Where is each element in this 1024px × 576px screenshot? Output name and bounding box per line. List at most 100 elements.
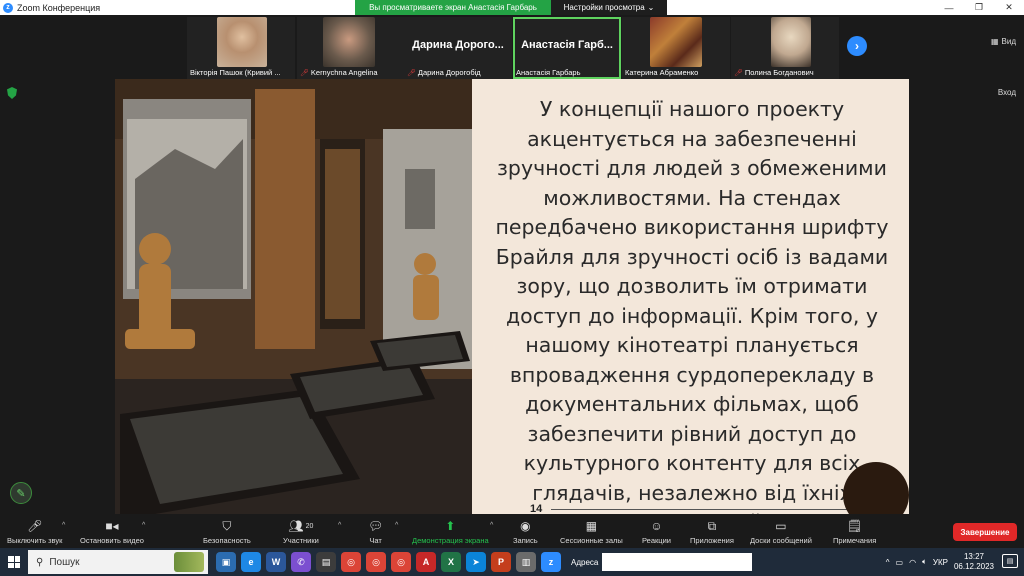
participant-video <box>650 17 702 67</box>
notes-button[interactable]: 🗒︎ Примечания <box>833 518 876 545</box>
search-highlight-image <box>174 552 204 572</box>
wifi-icon[interactable]: ◠ <box>909 558 916 567</box>
restore-button[interactable]: ❐ <box>964 0 994 15</box>
participant-tile-active[interactable]: Анастасія Гарб... Анастасія Гарбарь <box>513 17 621 79</box>
telegram-icon[interactable]: ➤ <box>466 552 486 572</box>
task-view-icon[interactable]: ▣ <box>216 552 236 572</box>
next-page-arrow-icon[interactable]: › <box>847 36 867 56</box>
address-label: Адреса <box>571 557 599 567</box>
microphone-icon: 🎤︎ <box>27 519 43 533</box>
chevron-up-icon[interactable]: ^ <box>886 558 890 567</box>
zoom-taskbar-icon[interactable]: z <box>541 552 561 572</box>
smile-icon: ☺ <box>650 519 663 533</box>
clock-time: 13:27 <box>963 552 984 561</box>
participant-tile[interactable]: Дарина Дорого... 🎤︎ Дарина Дорогобід <box>404 17 512 79</box>
participants-icon: 👥︎ 20 <box>288 519 314 533</box>
security-button[interactable]: ⛉ Безопасность <box>203 518 251 546</box>
volume-icon[interactable]: 🔈︎ <box>922 557 927 567</box>
explorer-icon[interactable]: ▤ <box>316 552 336 572</box>
view-button-label: Вид <box>1001 37 1016 46</box>
annotate-pen-icon[interactable]: ✎ <box>10 482 32 504</box>
participants-button[interactable]: 👥︎ 20 Участники <box>283 518 319 545</box>
participant-tile[interactable]: Вікторія Пашок (Кривий ... <box>187 17 295 79</box>
share-screen-button[interactable]: ⬆ Демонстрация экрана <box>412 518 489 545</box>
windows-logo-icon <box>8 556 20 568</box>
breakout-rooms-label: Сессионные залы <box>560 536 623 545</box>
whiteboards-label: Доски сообщений <box>750 536 812 545</box>
participant-video <box>323 17 375 67</box>
stop-video-button[interactable]: ■◂ Остановить видео <box>80 518 144 545</box>
participant-video <box>217 17 267 67</box>
chat-button[interactable]: 💬︎ Чат <box>368 518 383 545</box>
zoom-window: z Zoom Конференция Вы просматриваете экр… <box>0 0 1024 576</box>
participants-label: Участники <box>283 536 319 545</box>
whiteboard-icon: ▭ <box>775 519 787 533</box>
start-button[interactable] <box>0 548 28 576</box>
language-indicator[interactable]: УКР <box>933 558 948 567</box>
participant-big-name: Дарина Дорого... <box>412 39 504 51</box>
muted-mic-icon: 🎤︎ <box>407 69 416 77</box>
breakout-rooms-button[interactable]: ▦ Сессионные залы <box>560 518 623 545</box>
chevron-down-icon: ⌄ <box>647 3 655 12</box>
viber-icon[interactable]: ✆ <box>291 552 311 572</box>
chrome-icon-2[interactable]: ◎ <box>366 552 386 572</box>
close-button[interactable]: ✕ <box>994 0 1024 15</box>
address-input[interactable] <box>602 553 753 571</box>
participant-tile[interactable]: 🎤︎ Полина Богданович <box>731 17 839 79</box>
mute-button[interactable]: 🎤︎ Выключить звук <box>7 518 62 545</box>
slide-text: У концепції нашого проекту акцентується … <box>495 97 889 514</box>
word-icon[interactable]: W <box>266 552 286 572</box>
chrome-icon[interactable]: ◎ <box>341 552 361 572</box>
participant-tile[interactable]: 🎤︎ Kernychna Angelina <box>297 17 405 79</box>
edge-icon[interactable]: e <box>241 552 261 572</box>
chrome-icon-3[interactable]: ◎ <box>391 552 411 572</box>
participant-name: Вікторія Пашок (Кривий ... <box>190 68 281 77</box>
mute-options-caret[interactable]: ^ <box>62 522 65 529</box>
view-settings-button[interactable]: Настройки просмотра ⌄ <box>551 0 667 15</box>
participants-count: 20 <box>305 522 314 530</box>
notes-label: Примечания <box>833 536 877 545</box>
chat-options-caret[interactable]: ^ <box>395 522 398 529</box>
participants-options-caret[interactable]: ^ <box>338 522 341 529</box>
exhibit-illustration <box>115 79 472 514</box>
participant-video <box>771 17 811 67</box>
view-button[interactable]: ▦ Вид <box>991 37 1016 46</box>
security-shield-icon[interactable] <box>7 87 17 99</box>
battery-icon[interactable]: ▭ <box>896 558 904 567</box>
video-options-caret[interactable]: ^ <box>142 522 145 529</box>
meeting-toolbar: 🎤︎ Выключить звук ^ ■◂ Остановить видео … <box>0 514 1024 548</box>
reactions-button[interactable]: ☺ Реакции <box>642 518 671 545</box>
taskbar-search[interactable]: ⚲ Пошук <box>28 550 208 574</box>
excel-icon[interactable]: X <box>441 552 461 572</box>
slide-decorative-circle <box>843 462 909 514</box>
participant-name: 🎤︎ Kernychna Angelina <box>300 68 378 77</box>
participant-big-name: Анастасія Гарб... <box>521 39 613 51</box>
record-icon: ◉ <box>520 519 531 533</box>
participant-strip: Вікторія Пашок (Кривий ... 🎤︎ Kernychna A… <box>0 15 1024 79</box>
chat-bubble-icon: 💬︎ <box>368 519 384 533</box>
record-label: Запись <box>513 536 538 545</box>
end-meeting-button[interactable]: Завершение <box>953 523 1017 541</box>
clock[interactable]: 13:27 06.12.2023 <box>954 552 994 572</box>
participant-name: Катерина Абраменко <box>625 68 699 77</box>
apps-button[interactable]: ⧉ Приложения <box>690 518 734 546</box>
view-settings-label: Настройки просмотра <box>563 3 645 12</box>
app-icon[interactable]: ▥ <box>516 552 536 572</box>
apps-icon: ⧉ <box>707 518 717 533</box>
video-camera-icon: ■◂ <box>105 519 119 533</box>
participant-tile[interactable]: Катерина Абраменко <box>622 17 730 79</box>
share-options-caret[interactable]: ^ <box>490 522 493 529</box>
whiteboards-button[interactable]: ▭ Доски сообщений <box>750 518 812 545</box>
exit-button[interactable]: Вход <box>998 88 1016 97</box>
grid-icon: ▦ <box>990 37 999 46</box>
record-button[interactable]: ◉ Запись <box>513 518 538 545</box>
notifications-icon[interactable]: ▤ <box>1002 554 1018 568</box>
participant-name: 🎤︎ Дарина Дорогобід <box>407 68 481 77</box>
taskbar-search-label: Пошук <box>49 556 80 568</box>
pinned-apps: ▣ e W ✆ ▤ ◎ ◎ ◎ A X ➤ P ▥ z <box>216 552 561 572</box>
share-screen-label: Демонстрация экрана <box>412 536 489 545</box>
acrobat-icon[interactable]: A <box>416 552 436 572</box>
minimize-button[interactable]: — <box>934 0 964 15</box>
powerpoint-icon[interactable]: P <box>491 552 511 572</box>
slide-divider <box>551 509 851 510</box>
